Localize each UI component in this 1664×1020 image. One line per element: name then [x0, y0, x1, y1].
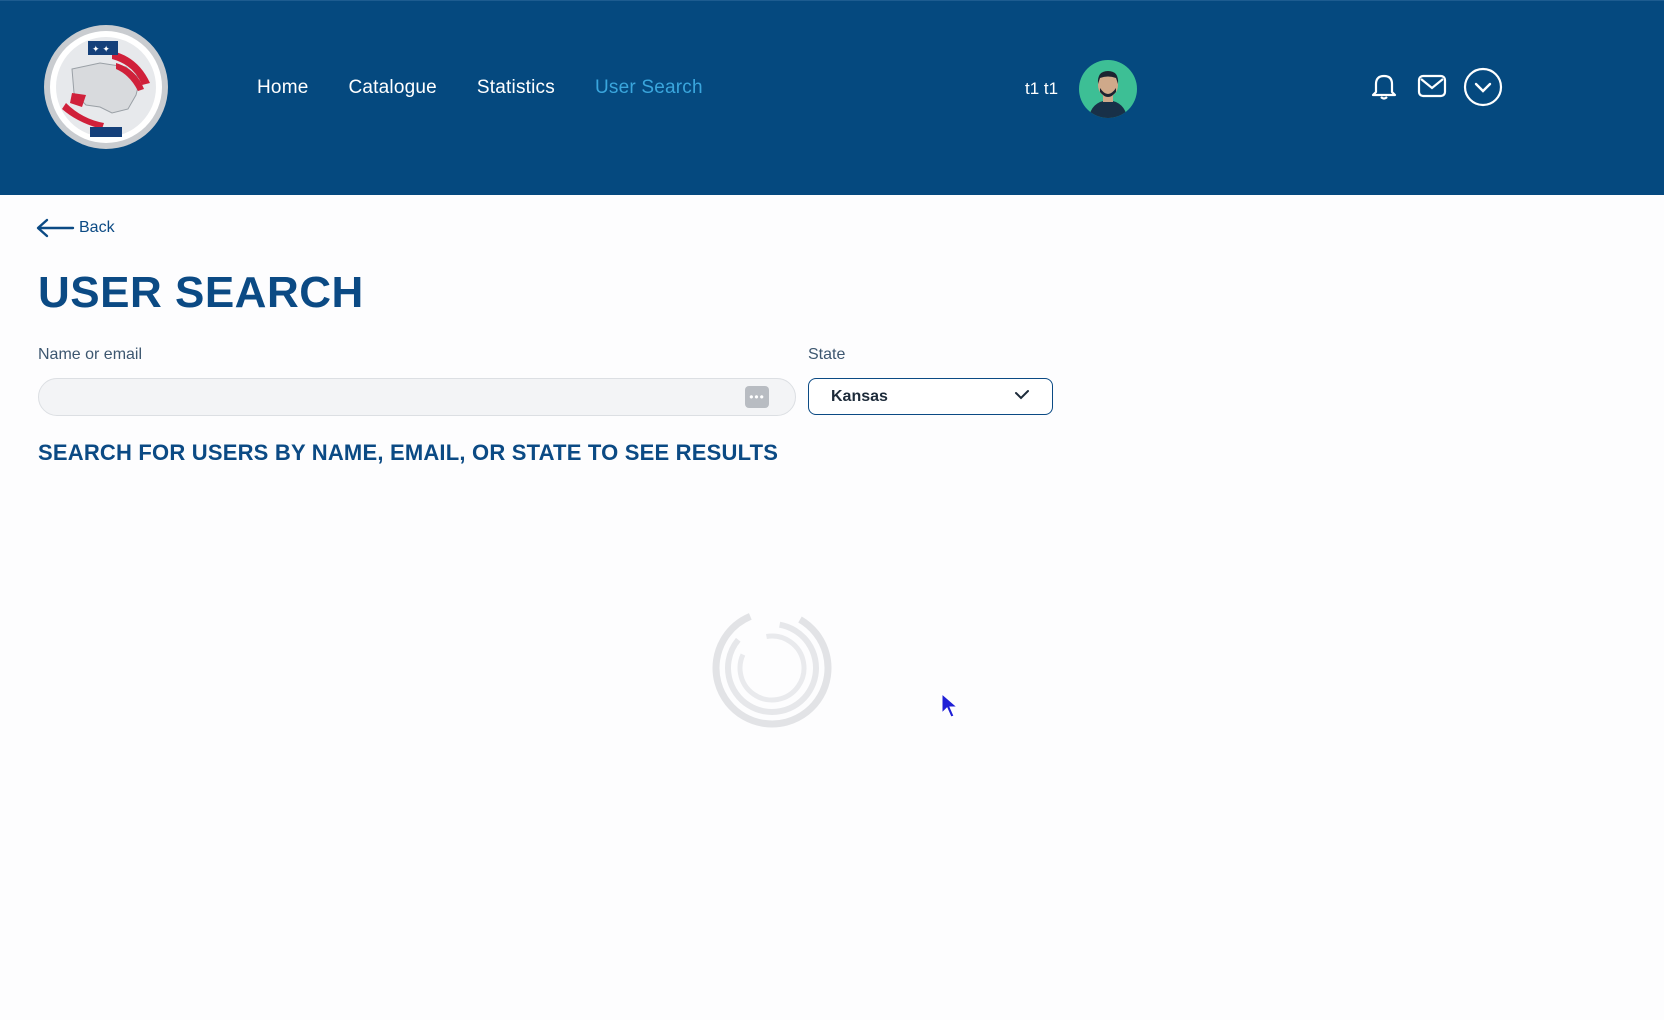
bell-icon[interactable]: [1367, 69, 1401, 103]
nav-statistics[interactable]: Statistics: [477, 77, 555, 99]
user-avatar-icon: [1089, 71, 1127, 118]
nav-user-search[interactable]: User Search: [595, 77, 703, 99]
loading-spinner-icon: [712, 608, 832, 728]
back-label: Back: [79, 219, 115, 236]
nav-catalogue[interactable]: Catalogue: [348, 77, 436, 99]
mail-icon[interactable]: [1415, 69, 1449, 103]
mouse-cursor-icon: [941, 693, 959, 718]
chevron-down-icon: [1015, 390, 1029, 400]
state-label: State: [808, 346, 846, 363]
state-selected-value: Kansas: [831, 387, 888, 405]
search-label: Name or email: [38, 346, 143, 363]
search-input[interactable]: [38, 378, 796, 416]
user-name[interactable]: t1 t1: [1025, 79, 1058, 99]
more-icon[interactable]: •••: [745, 386, 769, 408]
state-select[interactable]: Kansas: [808, 378, 1053, 415]
back-link[interactable]: Back: [35, 218, 115, 238]
avatar[interactable]: [1079, 60, 1137, 118]
main-nav: Home Catalogue Statistics User Search: [257, 77, 743, 99]
account-menu-chevron-down-icon[interactable]: [1463, 67, 1503, 107]
svg-text:✦ ✦: ✦ ✦: [92, 45, 110, 55]
empty-state-message: SEARCH FOR USERS BY NAME, EMAIL, OR STAT…: [38, 440, 779, 465]
page-title: USER SEARCH: [38, 268, 364, 317]
arrow-left-icon: [36, 218, 75, 238]
organization-logo[interactable]: ✦ ✦: [42, 23, 170, 151]
top-header: ✦ ✦ Home Catalogue Statistics User Searc…: [0, 0, 1664, 195]
nav-home[interactable]: Home: [257, 77, 308, 99]
